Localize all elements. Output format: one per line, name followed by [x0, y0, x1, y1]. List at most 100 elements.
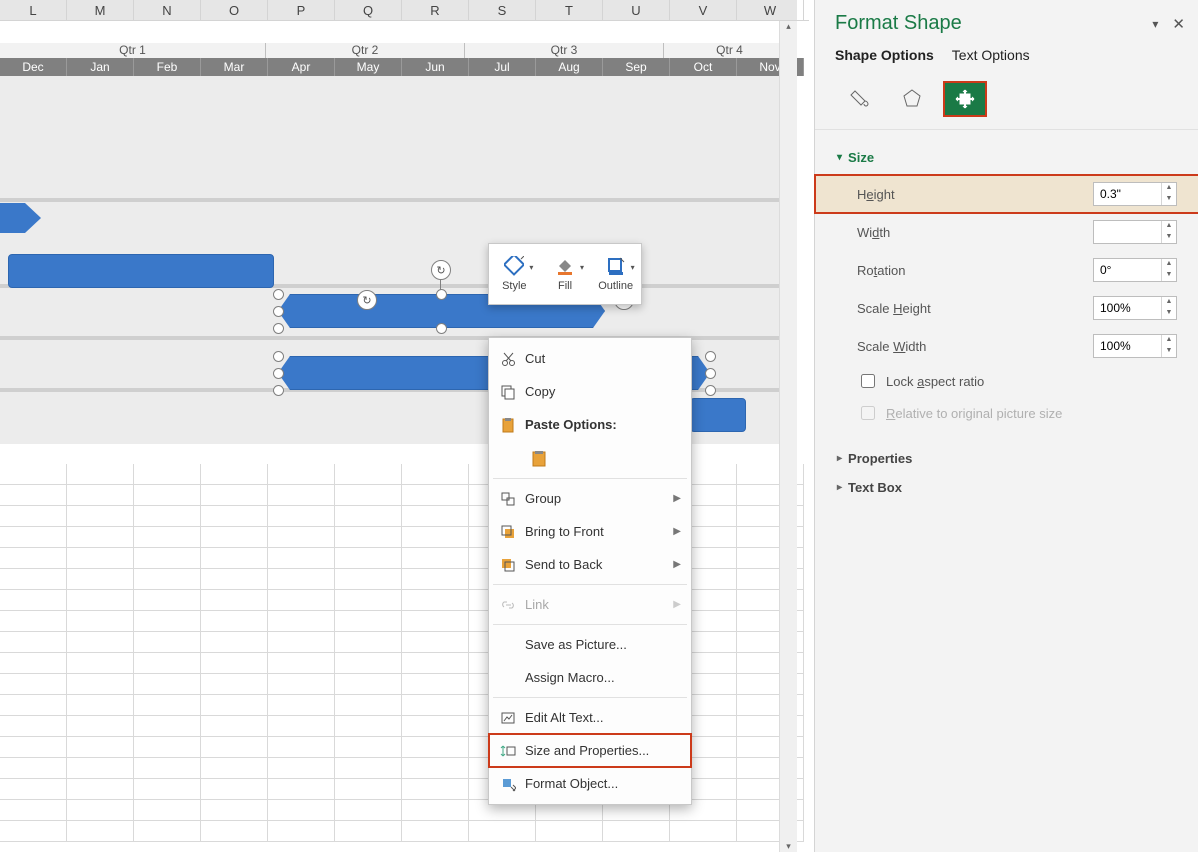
menu-label: Copy — [519, 384, 681, 399]
pane-icon-tabs — [815, 71, 1198, 130]
col-header[interactable]: M — [67, 0, 134, 21]
resize-handle[interactable] — [705, 368, 716, 379]
menu-label: Cut — [519, 351, 681, 366]
width-input[interactable] — [1094, 225, 1166, 239]
scale-height-spinner[interactable]: ▲▼ — [1093, 296, 1177, 320]
submenu-arrow-icon: ▶ — [673, 493, 681, 504]
menu-bring-to-front[interactable]: Bring to Front ▶ — [489, 515, 691, 548]
rotation-label: Rotation — [857, 263, 1093, 278]
menu-save-as-picture[interactable]: Save as Picture... — [489, 628, 691, 661]
resize-handle[interactable] — [273, 289, 284, 300]
outline-button[interactable]: ▾ Outline — [590, 244, 641, 304]
menu-group[interactable]: Group ▶ — [489, 482, 691, 515]
menu-cut[interactable]: Cut — [489, 342, 691, 375]
menu-format-object[interactable]: Format Object... — [489, 767, 691, 800]
width-label: Width — [857, 225, 1093, 240]
pane-dropdown-icon[interactable]: ▾ — [1152, 17, 1158, 31]
width-spinner[interactable]: ▲▼ — [1093, 220, 1177, 244]
mini-toolbar: ▾ Style ▾ Fill ▾ Outline — [488, 243, 642, 305]
menu-label: Link — [519, 597, 673, 612]
menu-assign-macro[interactable]: Assign Macro... — [489, 661, 691, 694]
resize-handle[interactable] — [273, 368, 284, 379]
scale-height-label: Scale Height — [857, 301, 1093, 316]
send-back-icon — [497, 557, 519, 573]
paste-option-button[interactable] — [525, 445, 553, 473]
month-label: Oct — [670, 58, 737, 76]
rotation-spinner[interactable]: ▲▼ — [1093, 258, 1177, 282]
tab-text-options[interactable]: Text Options — [952, 47, 1030, 71]
section-size[interactable]: ▾ Size — [815, 146, 1198, 175]
col-header[interactable]: O — [201, 0, 268, 21]
width-field: Width ▲▼ — [815, 213, 1198, 251]
col-header[interactable]: V — [670, 0, 737, 21]
quarter-label: Qtr 4 — [664, 43, 795, 58]
rotate-handle-icon[interactable]: ↻ — [357, 290, 377, 310]
height-field: Height ▲▼ — [815, 175, 1198, 213]
vertical-scrollbar[interactable] — [779, 21, 797, 852]
col-header[interactable]: W — [737, 0, 804, 21]
height-input[interactable] — [1094, 187, 1166, 201]
submenu-arrow-icon: ▶ — [673, 599, 681, 610]
col-header[interactable]: L — [0, 0, 67, 21]
resize-handle[interactable] — [436, 323, 447, 334]
menu-send-to-back[interactable]: Send to Back ▶ — [489, 548, 691, 581]
menu-edit-alt-text[interactable]: Edit Alt Text... — [489, 701, 691, 734]
outline-icon: ▾ — [606, 256, 626, 276]
menu-label: Save as Picture... — [519, 637, 681, 652]
menu-label: Paste Options: — [519, 417, 681, 432]
menu-size-and-properties[interactable]: Size and Properties... — [489, 734, 691, 767]
lock-aspect-checkbox[interactable] — [861, 374, 875, 388]
scale-height-input[interactable] — [1094, 301, 1166, 315]
resize-handle[interactable] — [273, 385, 284, 396]
resize-handle[interactable] — [273, 351, 284, 362]
pane-close-icon[interactable]: ✕ — [1172, 15, 1185, 33]
month-label: Jun — [402, 58, 469, 76]
submenu-arrow-icon: ▶ — [673, 559, 681, 570]
height-label: Height — [857, 187, 1093, 202]
scale-height-field: Scale Height ▲▼ — [815, 289, 1198, 327]
fill-label: Fill — [558, 280, 572, 292]
disclosure-icon: ▸ — [837, 453, 842, 464]
col-header[interactable]: P — [268, 0, 335, 21]
section-properties[interactable]: ▸ Properties — [815, 447, 1198, 476]
fill-button[interactable]: ▾ Fill — [540, 244, 591, 304]
bring-front-icon — [497, 524, 519, 540]
gantt-bar[interactable] — [690, 398, 746, 432]
group-icon — [497, 491, 519, 507]
resize-handle[interactable] — [273, 323, 284, 334]
scale-width-label: Scale Width — [857, 339, 1093, 354]
col-header[interactable]: S — [469, 0, 536, 21]
height-spinner[interactable]: ▲▼ — [1093, 182, 1177, 206]
col-header[interactable]: N — [134, 0, 201, 21]
fill-line-tab[interactable] — [839, 81, 881, 115]
col-header[interactable]: Q — [335, 0, 402, 21]
menu-copy[interactable]: Copy — [489, 375, 691, 408]
col-header[interactable]: T — [536, 0, 603, 21]
column-headers: L M N O P Q R S T U V W — [0, 0, 797, 21]
month-label: Mar — [201, 58, 268, 76]
gantt-bar[interactable] — [8, 254, 274, 288]
gantt-bar[interactable] — [0, 203, 25, 233]
rotate-handle-icon[interactable]: ↻ — [431, 260, 451, 280]
style-button[interactable]: ▾ Style — [489, 244, 540, 304]
lock-aspect-ratio[interactable]: Lock aspect ratio — [815, 365, 1198, 397]
resize-handle[interactable] — [705, 351, 716, 362]
quarter-label: Qtr 2 — [266, 43, 465, 58]
col-header[interactable]: U — [603, 0, 670, 21]
effects-tab[interactable] — [891, 81, 933, 115]
col-header[interactable]: R — [402, 0, 469, 21]
size-properties-tab[interactable] — [943, 81, 987, 117]
scale-width-input[interactable] — [1094, 339, 1166, 353]
scale-width-spinner[interactable]: ▲▼ — [1093, 334, 1177, 358]
resize-handle[interactable] — [436, 289, 447, 300]
month-label: Sep — [603, 58, 670, 76]
resize-handle[interactable] — [705, 385, 716, 396]
rotation-input[interactable] — [1094, 263, 1166, 277]
menu-link: Link ▶ — [489, 588, 691, 621]
pane-tabs: Shape Options Text Options — [815, 37, 1198, 71]
tab-shape-options[interactable]: Shape Options — [835, 47, 934, 71]
relative-size: Relative to original picture size — [815, 397, 1198, 429]
resize-handle[interactable] — [273, 306, 284, 317]
month-label: Dec — [0, 58, 67, 76]
section-text-box[interactable]: ▸ Text Box — [815, 476, 1198, 505]
